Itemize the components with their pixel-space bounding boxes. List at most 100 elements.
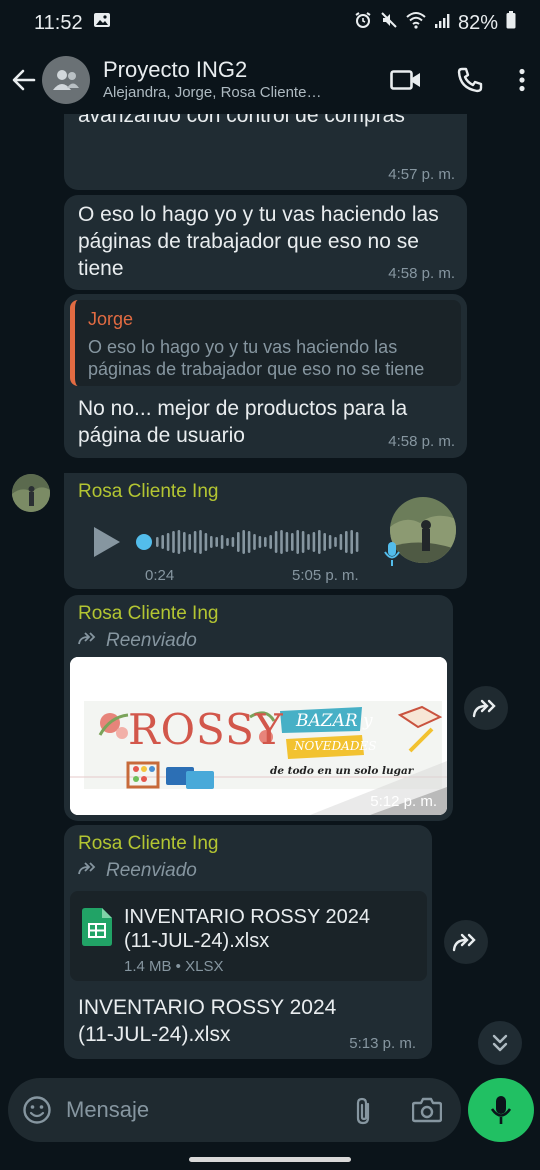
waveform-bar — [350, 530, 353, 554]
sender-avatar[interactable] — [12, 474, 50, 512]
chat-info[interactable]: Proyecto ING2 Alejandra, Jorge, Rosa Cli… — [103, 57, 353, 103]
waveform-bar — [199, 530, 202, 554]
audio-progress-dot — [136, 534, 152, 550]
mic-small-icon — [384, 541, 400, 572]
waveform-bar — [269, 535, 272, 549]
waveform-bar — [172, 531, 175, 553]
play-icon[interactable] — [92, 525, 122, 564]
reply-message-bubble[interactable]: Jorge O eso lo hago yo y tu vas haciendo… — [64, 294, 467, 458]
message-bubble[interactable]: Yap, entonces si puedes anda avanzando c… — [64, 114, 467, 190]
message-time: 4:58 p. m. — [388, 265, 455, 282]
audio-waveform[interactable] — [136, 527, 364, 557]
status-right: 82% — [354, 11, 516, 35]
waveform-bar — [188, 534, 191, 550]
waveform-bar — [161, 535, 164, 549]
forwarded-text: Reenviado — [106, 630, 197, 651]
waveform-bar — [339, 534, 343, 550]
waveform-bar — [334, 537, 337, 547]
waveform-bar — [274, 531, 278, 553]
waveform-bar — [258, 536, 262, 548]
scroll-down-button[interactable] — [478, 1021, 522, 1065]
waveform-bar — [247, 531, 251, 553]
waveform-bar — [231, 537, 235, 547]
waveform-bar — [307, 534, 310, 550]
spreadsheet-file-icon — [82, 908, 112, 951]
message-text: Yap, entonces si puedes anda avanzando c… — [78, 114, 405, 127]
waveform-bar — [226, 538, 229, 546]
battery-icon — [506, 11, 516, 35]
voice-record-button[interactable] — [468, 1078, 534, 1142]
waveform-bar — [285, 532, 289, 552]
quote-author: Jorge — [88, 309, 134, 329]
home-handle[interactable] — [189, 1156, 351, 1162]
waveform-bar — [323, 533, 326, 551]
chat-participants: Alejandra, Jorge, Rosa Cliente… — [103, 84, 322, 101]
message-bubble[interactable]: O eso lo hago yo y tu vas haciendo las p… — [64, 195, 467, 290]
wifi-icon — [406, 11, 426, 35]
message-caption: INVENTARIO ROSSY 2024 (11-JUL-24).xlsx — [78, 996, 337, 1046]
attach-icon[interactable] — [352, 1096, 376, 1126]
message-time: 5:12 p. m. — [370, 793, 437, 810]
emoji-icon[interactable] — [22, 1095, 52, 1125]
quote-text: O eso lo hago yo y tu vas haciendo las p… — [88, 337, 425, 379]
message-time: 4:57 p. m. — [388, 166, 455, 183]
more-vert-icon[interactable] — [518, 68, 526, 92]
message-composer — [8, 1078, 461, 1142]
audio-duration: 0:24 — [145, 567, 175, 584]
phone-icon[interactable] — [456, 66, 484, 94]
mute-icon — [380, 11, 398, 35]
message-input[interactable] — [66, 1097, 336, 1123]
camera-icon[interactable] — [412, 1097, 442, 1123]
sender-name: Rosa Cliente Ing — [78, 481, 219, 502]
sender-name: Rosa Cliente Ing — [78, 603, 219, 624]
waveform-bar — [204, 533, 208, 551]
waveform-bar — [177, 530, 181, 554]
forward-icon — [452, 933, 476, 952]
document-message-bubble[interactable]: Rosa Cliente Ing Reenviado INVENTARIO RO… — [64, 825, 432, 1059]
status-bar: 11:52 82% — [0, 0, 540, 46]
forward-icon — [472, 699, 496, 718]
forwarded-icon — [78, 630, 98, 652]
waveform-bar — [253, 534, 256, 550]
quoted-message[interactable]: Jorge O eso lo hago yo y tu vas haciendo… — [70, 300, 461, 386]
forward-button[interactable] — [444, 920, 488, 964]
waveform-bar — [312, 532, 316, 552]
forward-button[interactable] — [464, 686, 508, 730]
message-list[interactable]: Yap, entonces si puedes anda avanzando c… — [0, 114, 540, 1080]
waveform-bar — [318, 530, 321, 554]
waveform-bar — [156, 537, 159, 547]
banner-title: BAZAR y — [296, 711, 373, 731]
group-icon — [53, 70, 79, 90]
alarm-icon — [354, 11, 372, 35]
message-time: 4:58 p. m. — [388, 433, 455, 450]
file-attachment[interactable]: INVENTARIO ROSSY 2024 (11-JUL-24).xlsx 1… — [70, 891, 427, 981]
waveform-bar — [264, 537, 267, 547]
waveform-bar — [301, 531, 305, 553]
forwarded-text: Reenviado — [106, 860, 197, 881]
file-name: INVENTARIO ROSSY 2024 (11-JUL-24).xlsx — [124, 906, 371, 952]
sender-name: Rosa Cliente Ing — [78, 833, 219, 854]
image-message-bubble[interactable]: Rosa Cliente Ing Reenviado ROSSY BAZAR y… — [64, 595, 453, 821]
waveform-bar — [183, 532, 186, 552]
avatar-photo-icon — [12, 474, 50, 512]
video-call-icon[interactable] — [390, 69, 422, 91]
message-time: 5:05 p. m. — [292, 567, 359, 584]
waveform-bar — [328, 535, 332, 549]
voice-message-bubble[interactable]: Rosa Cliente Ing 0:24 5:05 p. m. — [64, 473, 467, 589]
waveform-bar — [237, 532, 240, 552]
status-left: 11:52 — [34, 11, 111, 35]
mic-icon — [490, 1096, 512, 1124]
waveform-bar — [291, 533, 294, 551]
brand-name: ROSSY — [128, 705, 284, 754]
waveform-bar — [280, 530, 283, 554]
waveform-bar — [215, 537, 218, 547]
back-arrow-icon[interactable] — [8, 60, 40, 100]
scroll-down-icon — [492, 1034, 508, 1052]
image-attachment[interactable]: ROSSY BAZAR y NOVEDADES de todo en un so… — [70, 657, 447, 815]
header-actions — [390, 46, 526, 114]
group-avatar[interactable] — [42, 56, 90, 104]
navigation-bar — [0, 1148, 540, 1170]
forwarded-icon — [78, 860, 98, 882]
waveform-bar — [345, 531, 348, 553]
status-time: 11:52 — [34, 11, 83, 34]
